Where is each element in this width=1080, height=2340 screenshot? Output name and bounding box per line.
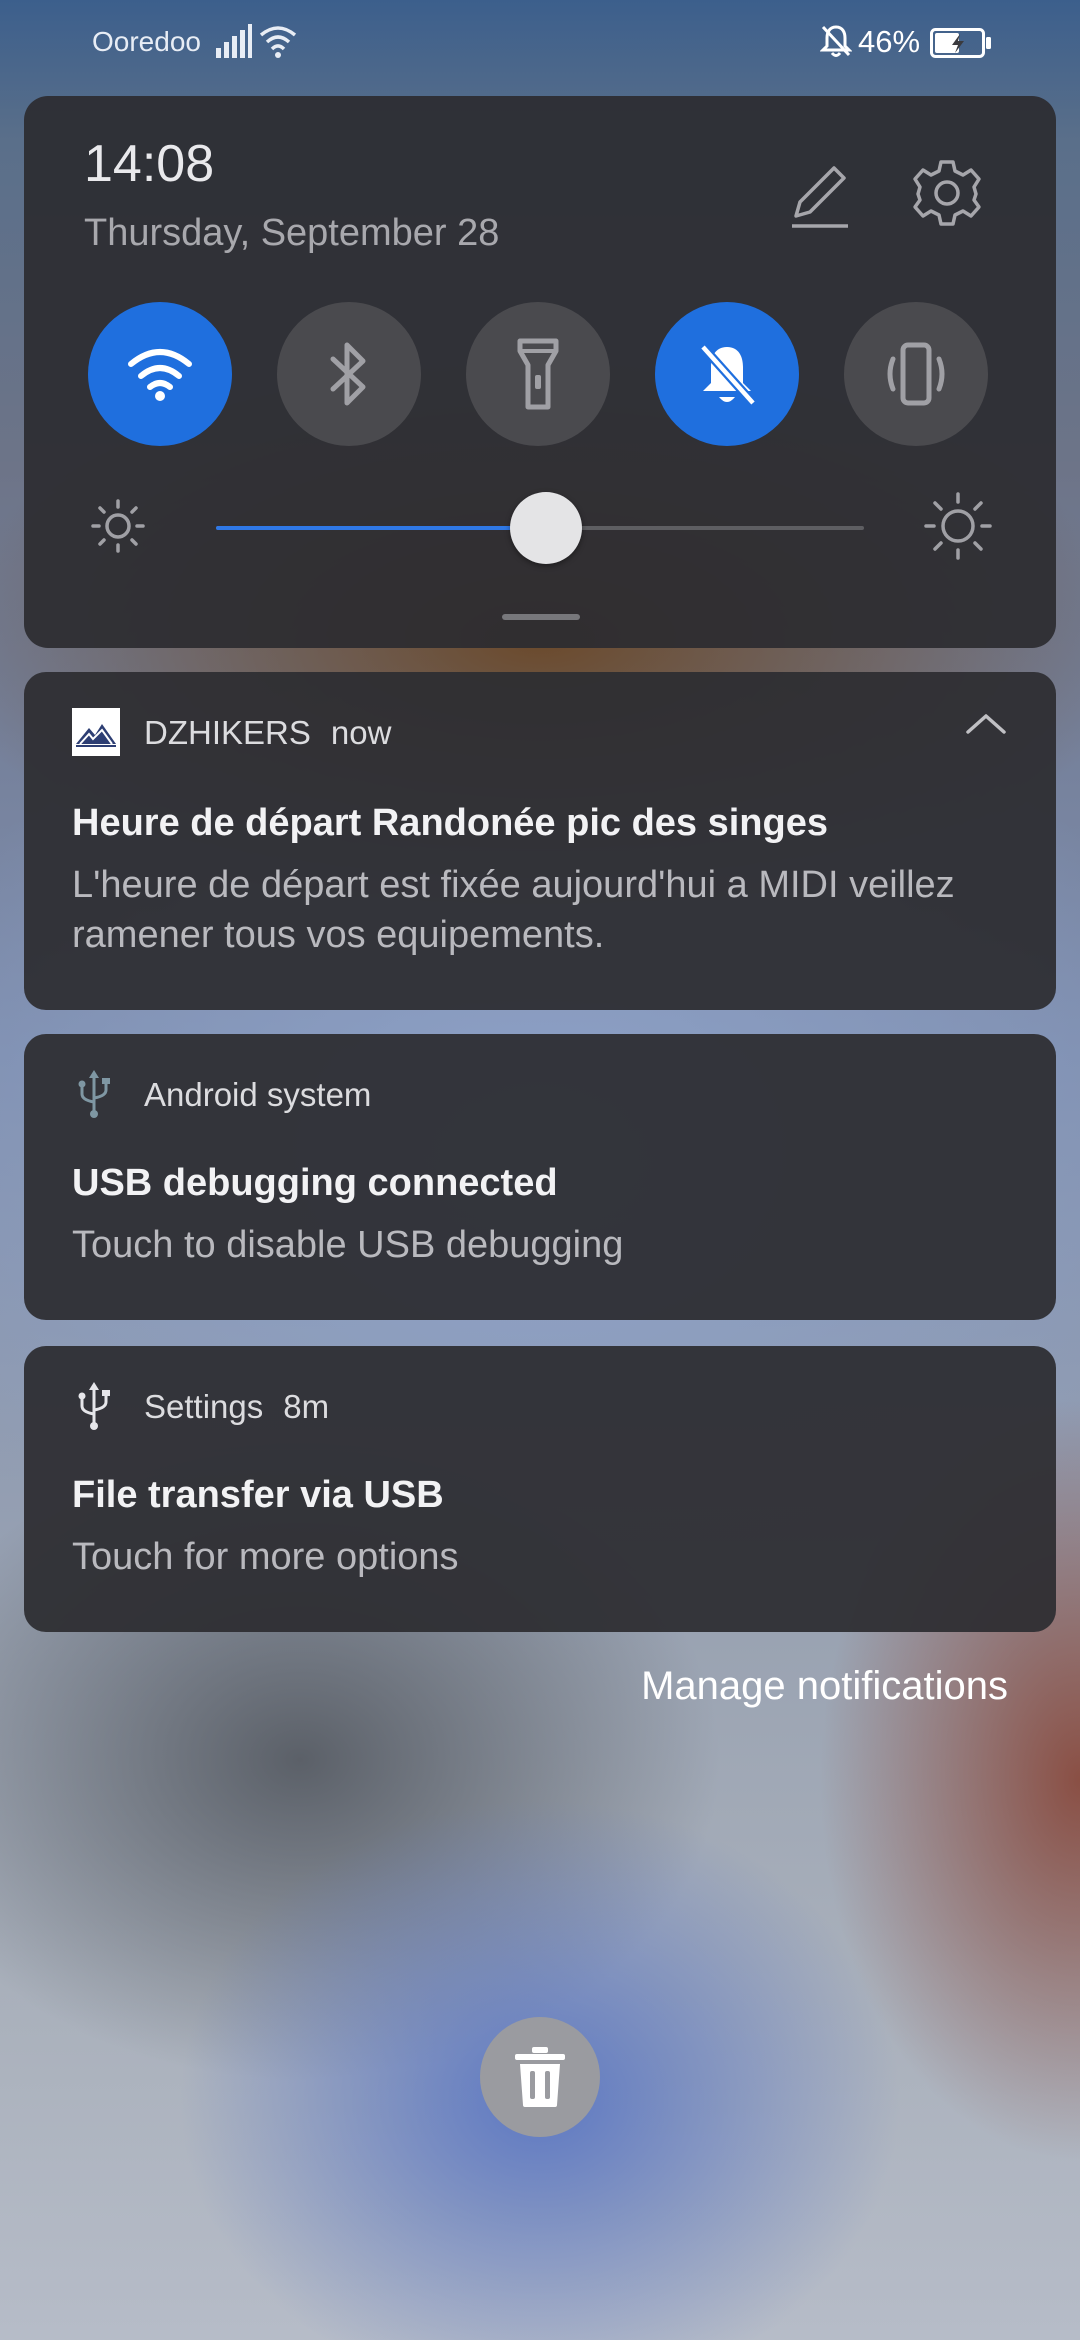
notification-settings[interactable]: Settings 8m File transfer via USB Touch f… bbox=[24, 1346, 1056, 1632]
edit-button[interactable] bbox=[782, 154, 860, 232]
notification-time: 8m bbox=[283, 1388, 330, 1425]
notification-header: Settings 8m bbox=[144, 1388, 329, 1426]
settings-button[interactable] bbox=[908, 154, 986, 232]
notification-title: Heure de départ Randonée pic des singes bbox=[72, 802, 828, 844]
notification-header: DZHIKERS now bbox=[144, 714, 391, 752]
notification-title: USB debugging connected bbox=[72, 1162, 558, 1204]
signal-icon bbox=[216, 24, 252, 63]
usb-icon bbox=[76, 1068, 112, 1125]
bell-off-icon bbox=[699, 344, 757, 406]
battery-charging-icon bbox=[930, 28, 992, 63]
battery-percentage: 46% bbox=[858, 24, 921, 59]
collapse-button[interactable] bbox=[964, 710, 1008, 741]
vibrate-icon bbox=[887, 342, 945, 406]
app-name: DZHIKERS bbox=[144, 714, 311, 751]
expand-handle[interactable] bbox=[502, 614, 580, 620]
flashlight-icon bbox=[517, 338, 559, 410]
wifi-icon bbox=[258, 24, 298, 63]
brightness-low-icon bbox=[90, 498, 146, 559]
bell-off-icon bbox=[819, 24, 853, 63]
app-name: Android system bbox=[144, 1076, 372, 1113]
manage-notifications-button[interactable]: Manage notifications bbox=[641, 1664, 1008, 1709]
usb-icon bbox=[76, 1380, 112, 1437]
notification-header: Android system bbox=[144, 1076, 371, 1114]
mountain-logo-icon bbox=[72, 708, 120, 761]
notification-dzhikers[interactable]: DZHIKERS now Heure de départ Randonée pic… bbox=[24, 672, 1056, 1010]
notification-body: Touch to disable USB debugging bbox=[72, 1224, 624, 1266]
clear-all-button[interactable] bbox=[480, 2017, 600, 2137]
pencil-icon bbox=[792, 166, 848, 228]
notification-title: File transfer via USB bbox=[72, 1474, 444, 1516]
app-name: Settings bbox=[144, 1388, 264, 1425]
wifi-toggle[interactable] bbox=[88, 302, 232, 446]
flashlight-toggle[interactable] bbox=[466, 302, 610, 446]
carrier-name: Ooredoo bbox=[92, 26, 201, 57]
quick-settings-panel: 14:08 Thursday, September 28 bbox=[24, 96, 1056, 648]
trash-icon bbox=[515, 2047, 565, 2107]
chevron-up-icon bbox=[966, 714, 1006, 734]
notification-android-system[interactable]: Android system USB debugging connected T… bbox=[24, 1034, 1056, 1320]
silent-toggle[interactable] bbox=[655, 302, 799, 446]
notification-time: now bbox=[330, 714, 392, 751]
notification-body: L'heure de départ est fixée aujourd'hui … bbox=[72, 864, 955, 956]
clock-time: 14:08 bbox=[84, 135, 215, 193]
status-bar: Ooredoo 46% bbox=[0, 0, 1080, 86]
gear-icon bbox=[913, 160, 981, 226]
notification-body: Touch for more options bbox=[72, 1536, 459, 1578]
brightness-high-icon bbox=[924, 492, 992, 565]
wifi-icon bbox=[128, 349, 192, 401]
vibrate-toggle[interactable] bbox=[844, 302, 988, 446]
brightness-slider-thumb[interactable] bbox=[510, 492, 583, 564]
bluetooth-icon bbox=[330, 342, 366, 406]
bluetooth-toggle[interactable] bbox=[277, 302, 421, 446]
brightness-slider-fill bbox=[216, 526, 547, 530]
clock-date: Thursday, September 28 bbox=[84, 212, 500, 254]
